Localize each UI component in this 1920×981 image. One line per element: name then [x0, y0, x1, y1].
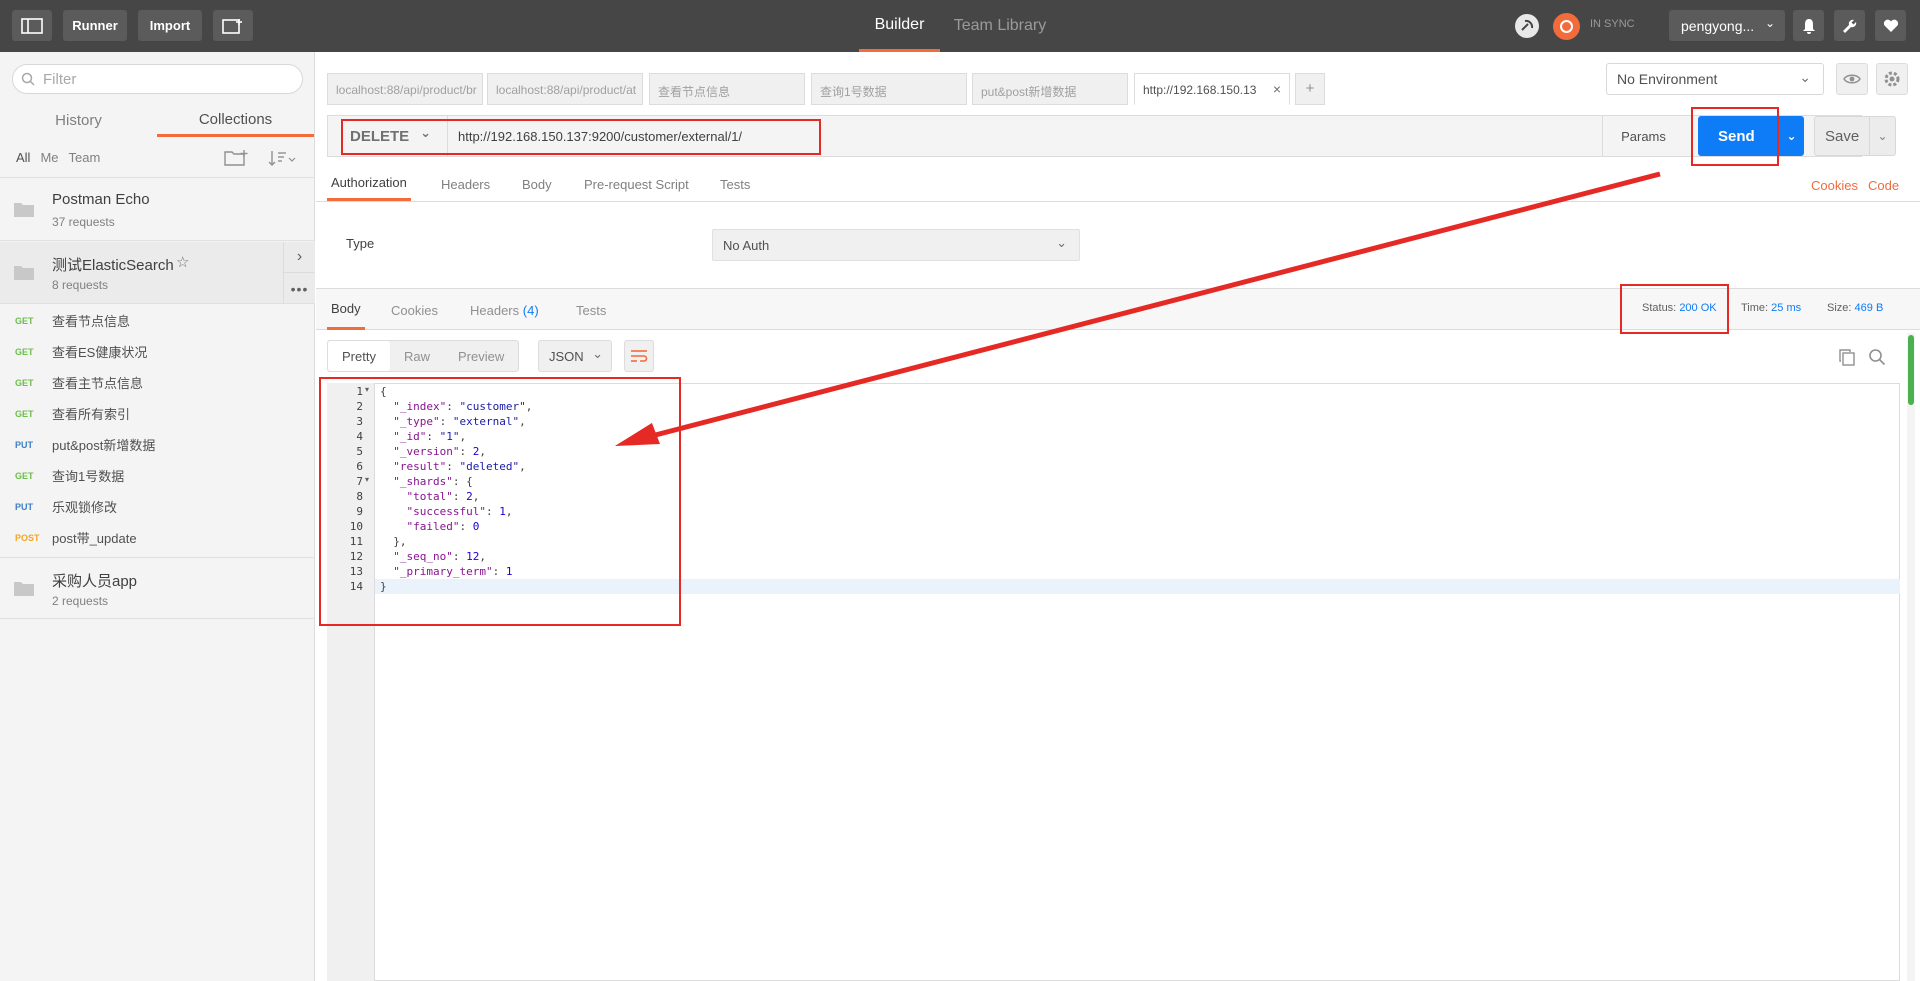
annotation-arrow — [615, 171, 1661, 446]
